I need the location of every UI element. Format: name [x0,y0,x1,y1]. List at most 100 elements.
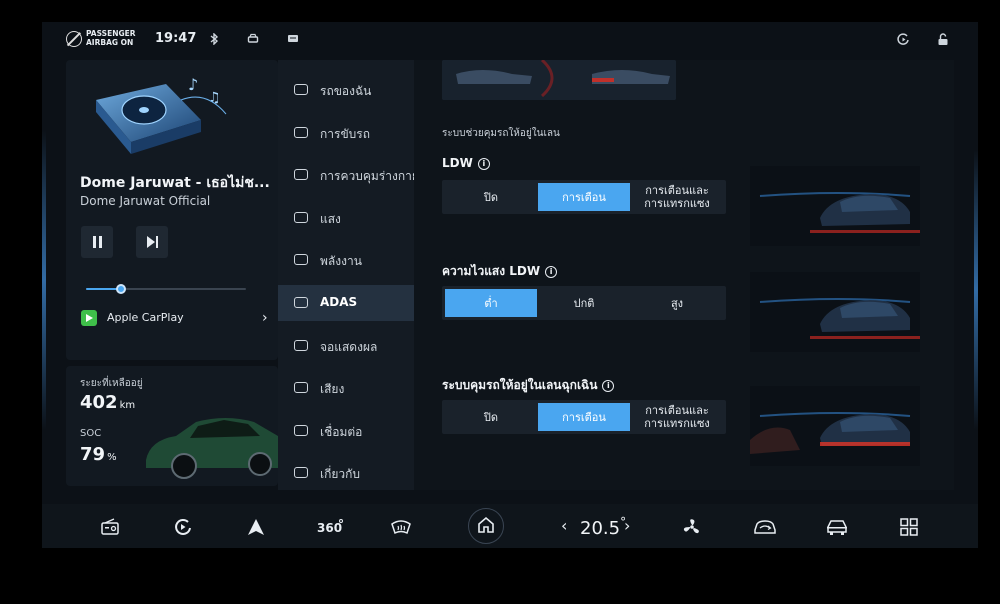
car-icon [294,84,308,95]
playback-progress-knob[interactable] [116,284,127,294]
feature-illustration [750,166,920,246]
segmented-control-0: ปิด การเตือน การเตือนและ การแทรกแซง [442,180,726,214]
settings-nav: รถของฉันการขับรถการควบคุมร่างกายแสงพลังง… [278,60,419,491]
playback-progress-bar[interactable] [86,284,246,294]
speaker-icon [294,382,308,394]
nav-item-label: การควบคุมร่างกาย [320,169,419,184]
nav-item-label: พลังงาน [320,254,362,269]
info-icon[interactable]: i [602,380,615,392]
home-icon [478,516,494,533]
message-icon [287,33,299,45]
nav-item-9[interactable]: เกี่ยวกับ [278,455,414,491]
car-icon[interactable] [825,518,849,536]
range-label: ระยะที่เหลืออยู่ [80,378,143,389]
nav-item-4[interactable]: พลังงาน [278,242,414,278]
info-icon[interactable]: i [545,266,558,278]
nav-item-3[interactable]: แสง [278,200,414,236]
carplay-icon[interactable] [897,33,909,45]
setting-title-2: ระบบคุมรถให้อยู่ในเลนฉุกเฉิน i [442,376,615,395]
nav-item-label: เสียง [320,382,345,397]
car-icon [247,33,259,45]
vehicle-status-card[interactable]: ระยะที่เหลืออยู่ 402 km SOC 79% [66,366,278,486]
soc-value: 79% [80,444,117,465]
nav-item-1[interactable]: การขับรถ [278,115,414,151]
clock: 19:47 [155,31,197,46]
nav-item-5[interactable]: ADAS [278,285,414,321]
segment-option[interactable]: การเตือน [538,183,630,211]
carplay-icon[interactable] [173,518,193,536]
nav-item-label: ADAS [320,295,358,309]
nav-item-0[interactable]: รถของฉัน [278,72,414,108]
steering-icon [294,126,308,138]
body-control-icon [294,169,308,181]
segmented-control-1: ต่ำ ปกติ สูง [442,286,726,320]
media-source-label: Apple CarPlay [107,311,184,324]
segment-option[interactable]: การเตือนและ การแทรกแซง [631,183,723,211]
range-value: 402 km [80,392,136,413]
adas-icon [294,297,308,308]
info-icon[interactable]: i [477,158,490,170]
temperature-value: 20.5° [580,515,627,539]
fan-icon[interactable] [682,518,702,536]
nav-item-7[interactable]: เสียง [278,370,414,406]
album-art: ♪ ♫ [96,75,227,154]
chevron-right-icon[interactable]: › [262,310,268,326]
bluetooth-icon [208,32,220,46]
display-icon [294,339,308,351]
lock-icon[interactable] [937,33,949,45]
nav-item-label: จอแสดงผล [320,339,378,354]
nav-item-label: เชื่อมต่อ [320,424,363,439]
navigation-icon[interactable] [246,518,266,536]
nav-item-2[interactable]: การควบคุมร่างกาย [278,157,419,193]
light-icon [294,211,308,223]
airbag-status: PASSENGER AIRBAG ON [86,29,136,47]
nav-item-label: การขับรถ [320,126,370,141]
camera-360-icon[interactable]: 360 [317,518,343,536]
segment-option[interactable]: การเตือน [538,403,630,431]
nav-item-6[interactable]: จอแสดงผล [278,328,414,364]
feature-illustration [750,272,920,352]
media-card[interactable]: ♪ ♫ Dome Jaruwat - เธอไม่ช... Dome Jaruw… [66,60,278,360]
segmented-control-2: ปิด การเตือน การเตือนและ การแทรกแซง [442,400,726,434]
defrost-icon[interactable] [390,518,412,536]
status-bar: PASSENGER AIRBAG ON 19:47 [42,22,978,58]
segment-option[interactable]: ปิด [445,183,537,211]
segment-option[interactable]: ปกติ [538,289,630,317]
segment-option[interactable]: สูง [631,289,723,317]
apps-grid-icon[interactable] [899,518,919,536]
airbag-icon [66,31,82,47]
soc-label: SOC [80,428,102,439]
pause-button[interactable] [81,226,113,258]
setting-title-1: ความไวแสง LDW i [442,262,558,281]
song-title: Dome Jaruwat - เธอไม่ช... [80,175,270,191]
temperature-increase-button[interactable]: › [624,516,630,535]
nav-item-label: เกี่ยวกับ [320,467,361,482]
segment-option[interactable]: การเตือนและ การแทรกแซง [631,403,723,431]
home-button[interactable] [468,508,504,544]
segment-option[interactable]: ต่ำ [445,289,537,317]
temperature-decrease-button[interactable]: ‹ [561,516,567,535]
adas-settings-panel: ระบบช่วยคุมรถให้อยู่ในเลน LDW i ปิด การเตือ… [414,60,954,490]
feature-thumbnail [442,60,676,100]
nav-item-8[interactable]: เชื่อมต่อ [278,413,414,449]
ac-recirculation-icon[interactable] [752,518,778,536]
bottom-dock: 360 ‹ 20.5° › [42,504,978,548]
next-track-button[interactable] [136,226,168,258]
screen-edge-glow-right [974,150,978,430]
infotainment-screen: PASSENGER AIRBAG ON 19:47 ♪ ♫ Dome Jaruw… [42,22,978,548]
screen-edge-glow-left [42,130,46,430]
svg-text:♪: ♪ [188,75,198,94]
setting-title-0: LDW i [442,156,490,170]
svg-text:360: 360 [317,521,342,535]
battery-icon [294,254,308,266]
segment-option[interactable]: ปิด [445,403,537,431]
feature-illustration [750,386,920,466]
info-icon [294,467,308,479]
connect-icon [294,424,308,436]
radio-icon[interactable] [100,518,120,536]
carplay-source-icon [81,310,97,326]
nav-item-label: แสง [320,211,341,226]
nav-item-label: รถของฉัน [320,84,372,98]
song-artist: Dome Jaruwat Official [80,194,211,208]
car-image [146,418,278,479]
